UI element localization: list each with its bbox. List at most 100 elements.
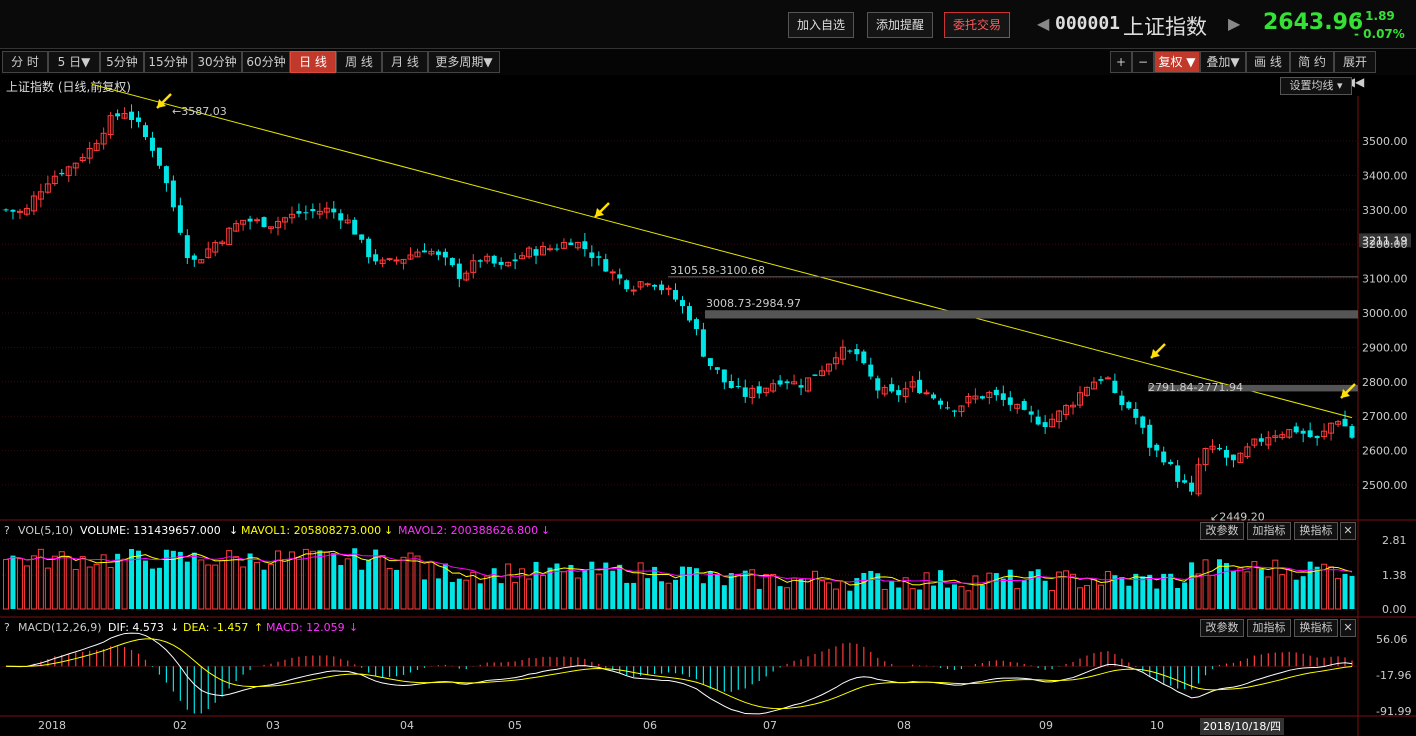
volume-bar-up	[1049, 590, 1056, 610]
price-tick-label: 3000.00	[1362, 307, 1408, 320]
candle-down	[777, 380, 783, 385]
candle-down	[945, 407, 951, 409]
macd-add-indicator-button[interactable]: 加指标	[1247, 619, 1291, 637]
volume-bar-up	[30, 555, 37, 610]
volume-bar-up	[1077, 587, 1084, 610]
mavol2-down-arrow-icon: ↓	[541, 524, 551, 537]
macd-value: MACD: 12.059	[266, 621, 345, 634]
volume-bar-up	[909, 588, 916, 610]
dif-value: DIF: 4.573	[108, 621, 164, 634]
candle-down	[1230, 454, 1236, 461]
volume-bar-down	[721, 585, 727, 609]
vol-tick-label: 2.81	[1382, 534, 1407, 547]
volume-bar-down	[359, 569, 365, 609]
candle-down	[10, 209, 16, 212]
volume-bar-up	[1195, 573, 1202, 610]
macd-question-icon[interactable]: ?	[4, 621, 10, 634]
volume-bar-down	[945, 587, 951, 609]
volume-bar-down	[951, 584, 957, 609]
vol-add-indicator-button[interactable]: 加指标	[1247, 522, 1291, 540]
volume-bar-down	[707, 571, 713, 609]
volume-bar-up	[107, 567, 114, 610]
volume-bar-up	[1265, 576, 1272, 610]
volume-bar-up	[379, 555, 386, 610]
vol-question-icon[interactable]: ?	[4, 524, 10, 537]
gap-3-label: 2791.84-2771.94	[1148, 381, 1243, 394]
candle-down	[338, 213, 344, 221]
volume-bar-down	[861, 572, 867, 609]
candle-up	[644, 283, 651, 286]
volume-bar-down	[686, 566, 692, 609]
vol-close-icon[interactable]: ✕	[1340, 522, 1356, 540]
volume-bar-up	[574, 577, 581, 610]
macd-tick-label: -91.99	[1376, 705, 1411, 718]
candle-down	[331, 208, 337, 213]
candle-down	[714, 367, 720, 370]
candle-up	[393, 259, 400, 262]
volume-bar-down	[1258, 568, 1264, 609]
resistance-trendline	[91, 83, 1353, 419]
price-tick-label: 2600.00	[1362, 445, 1408, 458]
volume-bar-up	[16, 558, 23, 610]
volume-bar-up	[65, 556, 72, 610]
price-tick-label: 3500.00	[1362, 135, 1408, 148]
month-label: 03	[266, 719, 280, 732]
vol-params-button[interactable]: 改参数	[1200, 522, 1244, 540]
candle-down	[1182, 480, 1188, 483]
crosshair-date-label: 2018/10/18/四	[1200, 718, 1284, 735]
volume-bar-up	[1202, 559, 1209, 610]
volume-bar-up	[540, 574, 547, 610]
candle-down	[1168, 461, 1174, 465]
volume-bar-up	[972, 575, 979, 610]
dea-up-arrow-icon: ↑	[254, 621, 264, 634]
volume-bar-up	[770, 574, 777, 610]
volume-bar-down	[645, 578, 651, 609]
candle-down	[659, 284, 665, 291]
volume-bar-down	[366, 559, 372, 609]
macd-indicator-name[interactable]: MACD(12,26,9)	[18, 621, 102, 634]
volume-bar-up	[735, 574, 742, 610]
volume-bar-down	[1140, 576, 1146, 609]
candle-down	[854, 349, 860, 355]
candle-down	[1175, 465, 1181, 482]
candle-down	[596, 256, 602, 258]
volume-bar-up	[23, 565, 30, 610]
volume-bar-down	[742, 570, 748, 609]
candle-down	[442, 251, 448, 258]
volume-bar-up	[1328, 566, 1335, 610]
macd-close-icon[interactable]: ✕	[1340, 619, 1356, 637]
volume-bar-down	[1035, 569, 1041, 609]
vol-tick-label: 1.38	[1382, 569, 1407, 582]
volume-bar-down	[631, 582, 637, 609]
candle-down	[896, 390, 902, 396]
candle-up	[386, 258, 393, 261]
volume-bar-up	[881, 588, 888, 610]
candle-down	[951, 410, 957, 412]
candle-down	[373, 254, 379, 262]
vol-indicator-name[interactable]: VOL(5,10)	[18, 524, 73, 537]
volume-bar-down	[1314, 566, 1320, 609]
candle-down	[784, 381, 790, 384]
vol-swap-indicator-button[interactable]: 换指标	[1294, 522, 1338, 540]
candle-down	[875, 378, 881, 391]
candle-down	[191, 255, 197, 260]
candle-down	[700, 329, 706, 357]
candle-down	[261, 217, 267, 228]
candle-down	[477, 260, 483, 262]
candle-down	[359, 234, 365, 240]
volume-bar-down	[1168, 573, 1174, 609]
volume-bar-up	[400, 556, 407, 610]
volume-bar-up	[407, 552, 414, 610]
macd-params-button[interactable]: 改参数	[1200, 619, 1244, 637]
macd-swap-indicator-button[interactable]: 换指标	[1294, 619, 1338, 637]
candle-down	[1140, 416, 1146, 428]
volume-bar-up	[51, 555, 58, 610]
volume-bar-up	[58, 551, 65, 610]
volume-bar-down	[261, 569, 267, 609]
volume-bar-down	[442, 563, 448, 609]
volume-bar-up	[428, 561, 435, 610]
volume-bar-up	[791, 577, 798, 610]
candle-down	[421, 250, 427, 253]
volume-bar-down	[477, 583, 483, 609]
candle-down	[1035, 416, 1041, 425]
